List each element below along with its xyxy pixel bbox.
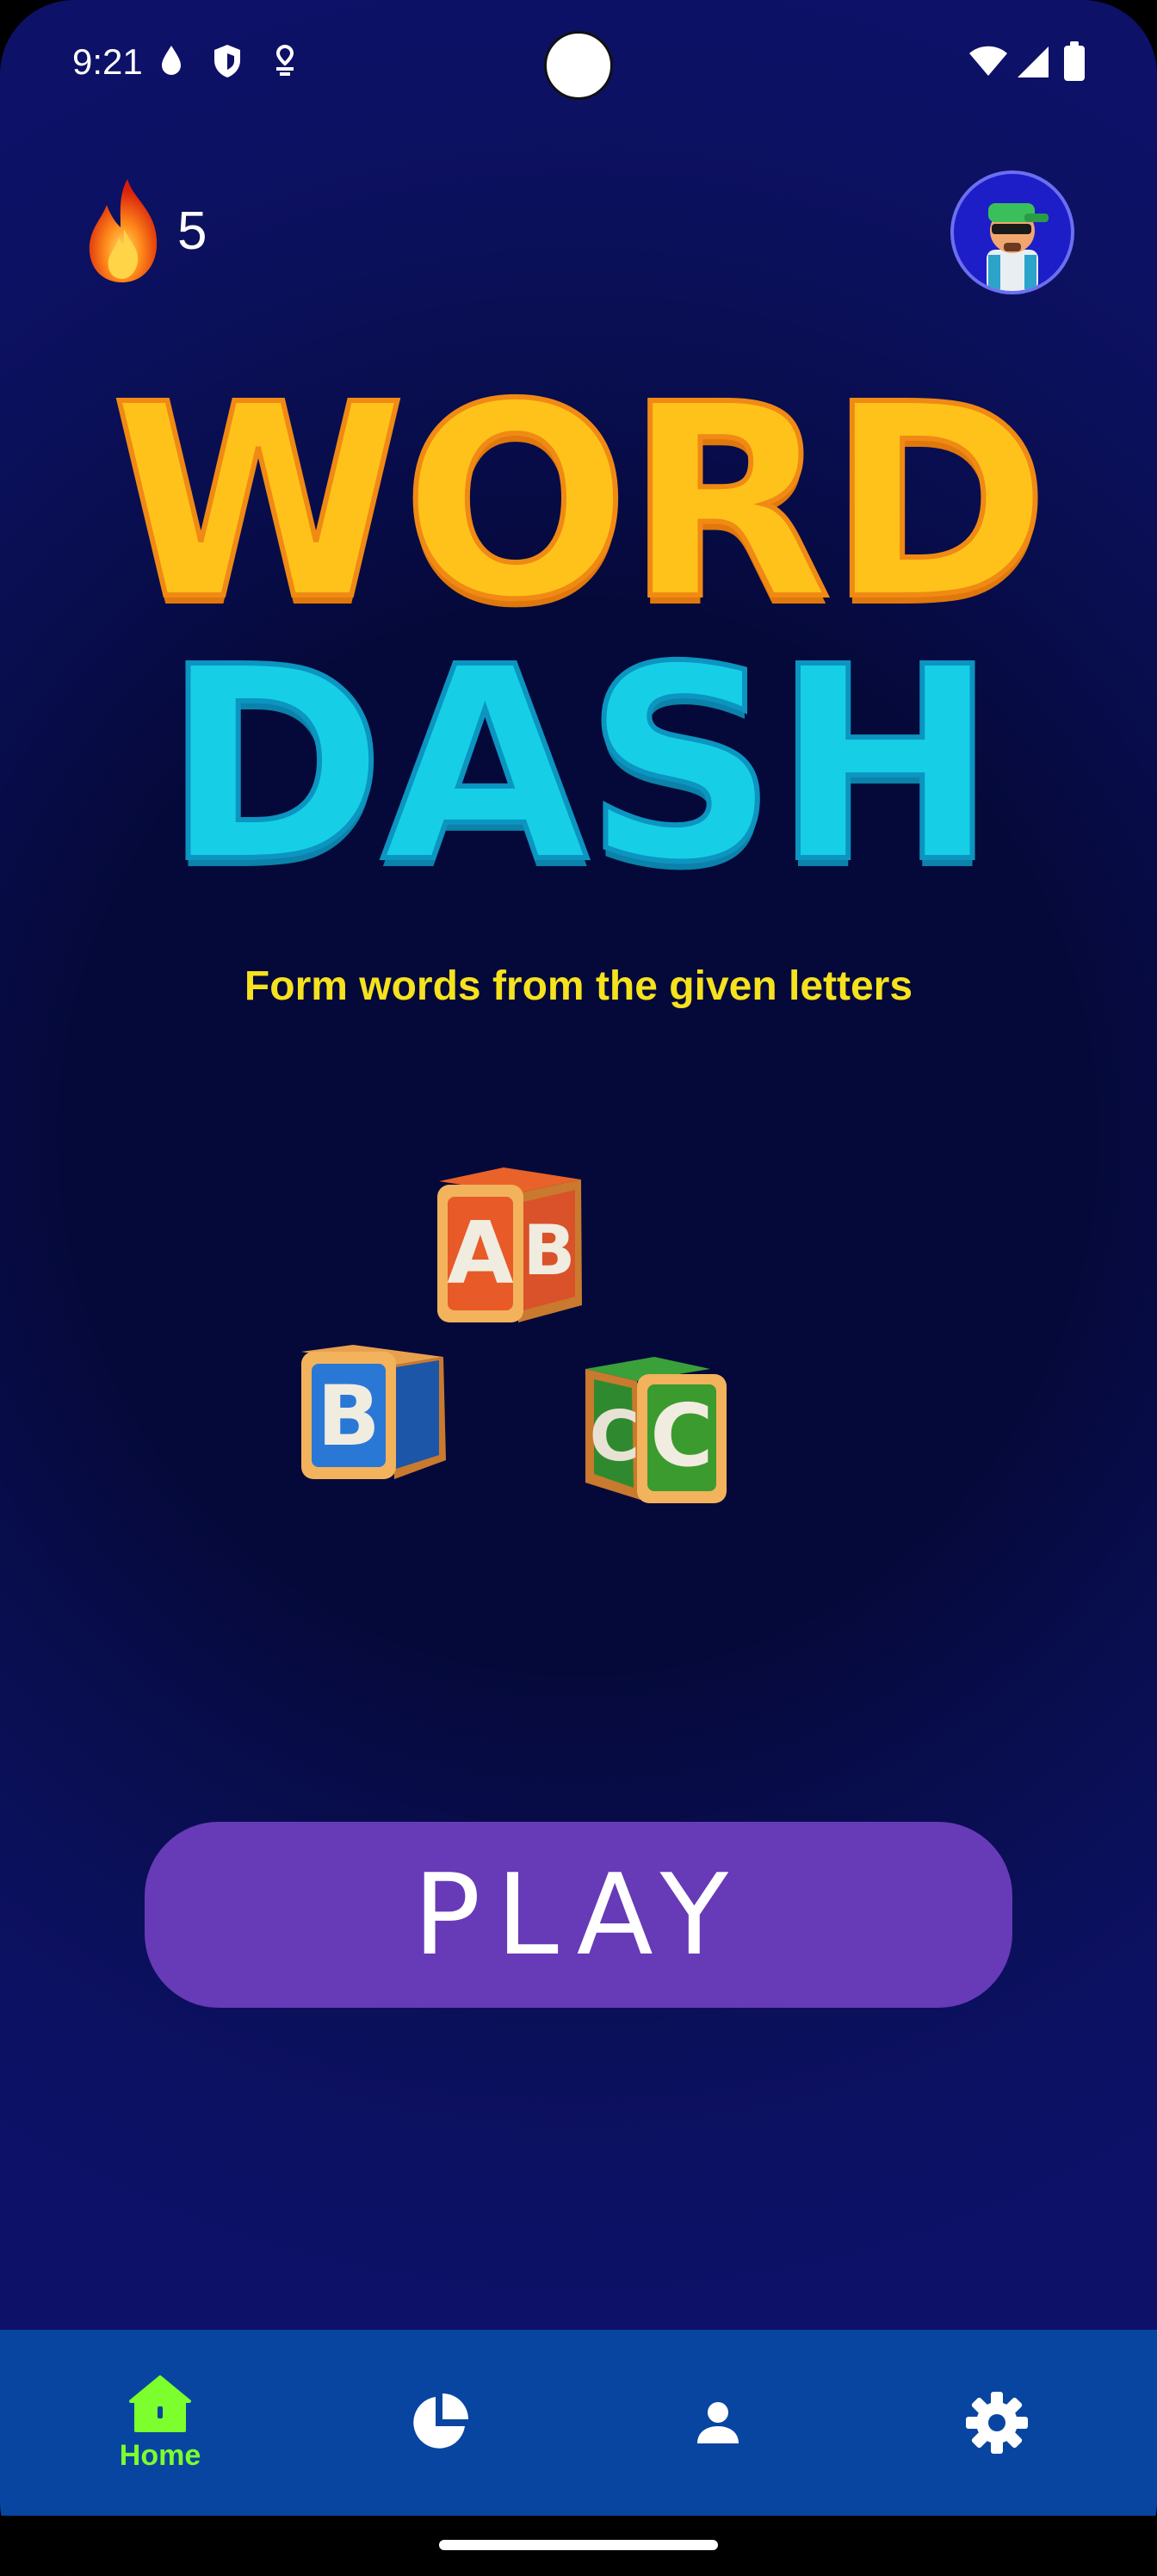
abc-blocks-illustration: B C C A B <box>301 1167 727 1503</box>
nav-item-profile[interactable] <box>573 2330 863 2516</box>
title-word: WORD <box>108 348 1052 659</box>
block-side-letter-b: B <box>523 1211 576 1291</box>
nav-item-stats[interactable] <box>294 2330 584 2516</box>
shield-icon <box>214 45 240 77</box>
block-letter-a: A <box>447 1203 513 1303</box>
avatar <box>987 203 1049 291</box>
location-icon <box>275 44 294 76</box>
wifi-icon <box>969 46 1007 76</box>
block-c: C C <box>585 1357 727 1503</box>
stats-pie-icon <box>413 2393 468 2449</box>
block-b: B <box>301 1345 446 1479</box>
gesture-navigation-bar[interactable] <box>439 2540 718 2550</box>
block-letter-c: C <box>650 1385 713 1486</box>
block-letter-b: B <box>317 1368 380 1464</box>
drop-icon <box>162 46 181 75</box>
flame-icon <box>89 179 158 282</box>
signal-icon <box>1018 46 1049 77</box>
subtitle: Form words from the given letters <box>244 963 913 1009</box>
nav-item-home[interactable]: Home <box>15 2330 305 2516</box>
battery-icon <box>1064 41 1085 81</box>
play-button[interactable]: PLAY <box>145 1822 1012 2008</box>
block-side-letter-c: C <box>590 1396 640 1477</box>
profile-avatar-button[interactable] <box>950 170 1074 294</box>
status-bar: 9:21 <box>0 0 1157 129</box>
status-time: 9:21 <box>72 41 143 82</box>
settings-gear-icon <box>966 2392 1028 2454</box>
play-button-label: PLAY <box>412 1849 745 1980</box>
streak-count: 5 <box>177 201 207 261</box>
front-camera <box>544 31 613 100</box>
profile-icon <box>697 2402 739 2443</box>
streak-counter[interactable]: 5 <box>83 176 207 286</box>
bottom-navigation: Home <box>0 2330 1157 2516</box>
nav-label-home: Home <box>119 2438 201 2472</box>
title-dash: DASH <box>161 610 999 921</box>
app-screen: 9:21 5 WORD DASH Form words from the giv… <box>0 0 1157 2576</box>
home-icon <box>129 2375 191 2432</box>
block-a: A B <box>437 1167 582 1322</box>
nav-item-settings[interactable] <box>852 2330 1142 2516</box>
